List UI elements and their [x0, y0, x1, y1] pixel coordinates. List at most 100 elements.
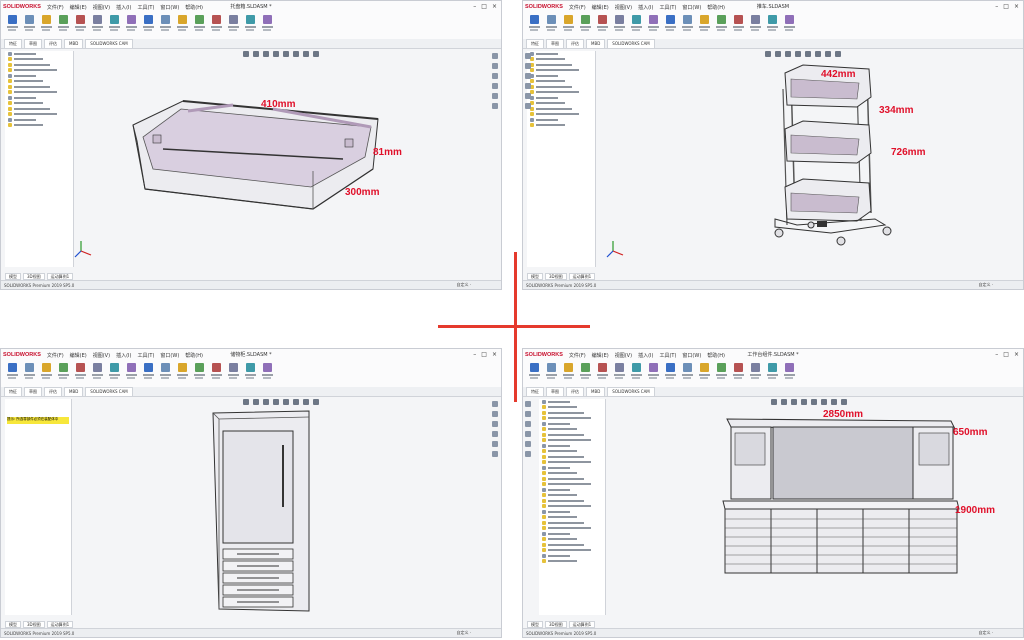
- toolbar-tool-icon[interactable]: [731, 363, 745, 383]
- toolbar-tool-icon[interactable]: [56, 15, 70, 35]
- task-pane-icons[interactable]: [492, 401, 499, 457]
- menu-file[interactable]: 文件(F): [47, 4, 64, 11]
- menu-tools[interactable]: 工具(T): [659, 4, 676, 11]
- toolbar-tool-icon[interactable]: [175, 363, 189, 383]
- toolbar-tool-icon[interactable]: [765, 363, 779, 383]
- toolbar-tool-icon[interactable]: [629, 363, 643, 383]
- toolbar-tool-icon[interactable]: [243, 363, 257, 383]
- menu-view[interactable]: 视图(V): [93, 352, 110, 359]
- maximize-icon[interactable]: □: [1003, 3, 1009, 10]
- tab-cam[interactable]: SOLIDWORKS CAM: [607, 387, 655, 396]
- menu-window[interactable]: 窗口(W): [160, 352, 179, 359]
- tab-sketch[interactable]: 草图: [546, 39, 564, 48]
- menu-window[interactable]: 窗口(W): [160, 4, 179, 11]
- toolbar-tool-icon[interactable]: [22, 15, 36, 35]
- tab-evaluate[interactable]: 评估: [566, 39, 584, 48]
- toolbar-tool-icon[interactable]: [90, 15, 104, 35]
- toolbar-tool-icon[interactable]: [90, 363, 104, 383]
- toolbar-tool-icon[interactable]: [527, 363, 541, 383]
- tab-motion[interactable]: 运动算例1: [568, 273, 596, 280]
- menu-view[interactable]: 视图(V): [93, 4, 110, 11]
- toolbar-tool-icon[interactable]: [714, 15, 728, 35]
- close-icon[interactable]: ×: [1014, 351, 1019, 358]
- maximize-icon[interactable]: □: [481, 351, 487, 358]
- menu-insert[interactable]: 插入(I): [116, 4, 131, 11]
- menu-window[interactable]: 窗口(W): [682, 4, 701, 11]
- task-pane-icons[interactable]: [492, 53, 499, 109]
- toolbar-tool-icon[interactable]: [141, 363, 155, 383]
- tab-cam[interactable]: SOLIDWORKS CAM: [85, 387, 133, 396]
- tab-features[interactable]: 特征: [526, 387, 544, 396]
- tab-features[interactable]: 特征: [526, 39, 544, 48]
- menu-tools[interactable]: 工具(T): [137, 4, 154, 11]
- toolbar-tool-icon[interactable]: [612, 15, 626, 35]
- tree-item[interactable]: [5, 123, 73, 129]
- minimize-icon[interactable]: –: [995, 3, 998, 10]
- toolbar-tool-icon[interactable]: [5, 15, 19, 35]
- tab-motion[interactable]: 运动算例1: [46, 273, 74, 280]
- toolbar-tool-icon[interactable]: [663, 15, 677, 35]
- menu-insert[interactable]: 插入(I): [116, 352, 131, 359]
- tab-motion[interactable]: 运动算例1: [46, 621, 74, 628]
- toolbar-tool-icon[interactable]: [107, 15, 121, 35]
- toolbar-tool-icon[interactable]: [73, 15, 87, 35]
- tab-3dview[interactable]: 3D视图: [545, 273, 567, 280]
- toolbar-tool-icon[interactable]: [527, 15, 541, 35]
- toolbar-tool-icon[interactable]: [646, 363, 660, 383]
- menu-file[interactable]: 文件(F): [47, 352, 64, 359]
- task-pane-icons[interactable]: [525, 53, 532, 109]
- toolbar-tool-icon[interactable]: [561, 15, 575, 35]
- toolbar-tool-icon[interactable]: [765, 15, 779, 35]
- toolbar-tool-icon[interactable]: [22, 363, 36, 383]
- maximize-icon[interactable]: □: [481, 3, 487, 10]
- graphics-viewport[interactable]: [73, 397, 489, 619]
- toolbar-tool-icon[interactable]: [697, 15, 711, 35]
- toolbar-tool-icon[interactable]: [680, 363, 694, 383]
- menu-view[interactable]: 视图(V): [615, 352, 632, 359]
- tab-3dview[interactable]: 3D视图: [23, 273, 45, 280]
- close-icon[interactable]: ×: [492, 351, 497, 358]
- tab-mbd[interactable]: MBD: [586, 39, 606, 48]
- task-pane-icons[interactable]: [525, 401, 532, 457]
- minimize-icon[interactable]: –: [995, 351, 998, 358]
- toolbar-tool-icon[interactable]: [629, 15, 643, 35]
- menu-edit[interactable]: 编辑(E): [592, 4, 609, 11]
- toolbar-tool-icon[interactable]: [209, 363, 223, 383]
- tab-sketch[interactable]: 草图: [546, 387, 564, 396]
- tab-features[interactable]: 特征: [4, 387, 22, 396]
- minimize-icon[interactable]: –: [473, 3, 476, 10]
- toolbar-tool-icon[interactable]: [782, 15, 796, 35]
- tab-sketch[interactable]: 草图: [24, 39, 42, 48]
- tab-model[interactable]: 模型: [5, 621, 21, 628]
- feature-tree[interactable]: [539, 399, 606, 615]
- menu-help[interactable]: 帮助(H): [707, 352, 725, 359]
- menu-help[interactable]: 帮助(H): [185, 352, 203, 359]
- toolbar-tool-icon[interactable]: [714, 363, 728, 383]
- toolbar-tool-icon[interactable]: [578, 15, 592, 35]
- toolbar-tool-icon[interactable]: [595, 15, 609, 35]
- maximize-icon[interactable]: □: [1003, 351, 1009, 358]
- tree-item[interactable]: [539, 559, 605, 565]
- tab-mbd[interactable]: MBD: [64, 387, 84, 396]
- tab-sketch[interactable]: 草图: [24, 387, 42, 396]
- feature-tree[interactable]: [527, 51, 596, 267]
- graphics-viewport[interactable]: 442mm 334mm 726mm: [595, 49, 1011, 271]
- tab-mbd[interactable]: MBD: [586, 387, 606, 396]
- toolbar-tool-icon[interactable]: [782, 363, 796, 383]
- toolbar-tool-icon[interactable]: [124, 363, 138, 383]
- toolbar-tool-icon[interactable]: [680, 15, 694, 35]
- toolbar-tool-icon[interactable]: [209, 15, 223, 35]
- toolbar-tool-icon[interactable]: [192, 363, 206, 383]
- graphics-viewport[interactable]: 410mm 81mm 300mm: [73, 49, 489, 271]
- toolbar-tool-icon[interactable]: [158, 363, 172, 383]
- close-icon[interactable]: ×: [492, 3, 497, 10]
- tab-3dview[interactable]: 3D视图: [23, 621, 45, 628]
- menu-help[interactable]: 帮助(H): [707, 4, 725, 11]
- toolbar-tool-icon[interactable]: [561, 363, 575, 383]
- toolbar-tool-icon[interactable]: [158, 15, 172, 35]
- tree-item[interactable]: [527, 123, 595, 129]
- menu-help[interactable]: 帮助(H): [185, 4, 203, 11]
- menu-window[interactable]: 窗口(W): [682, 352, 701, 359]
- menu-insert[interactable]: 插入(I): [638, 4, 653, 11]
- toolbar-tool-icon[interactable]: [748, 363, 762, 383]
